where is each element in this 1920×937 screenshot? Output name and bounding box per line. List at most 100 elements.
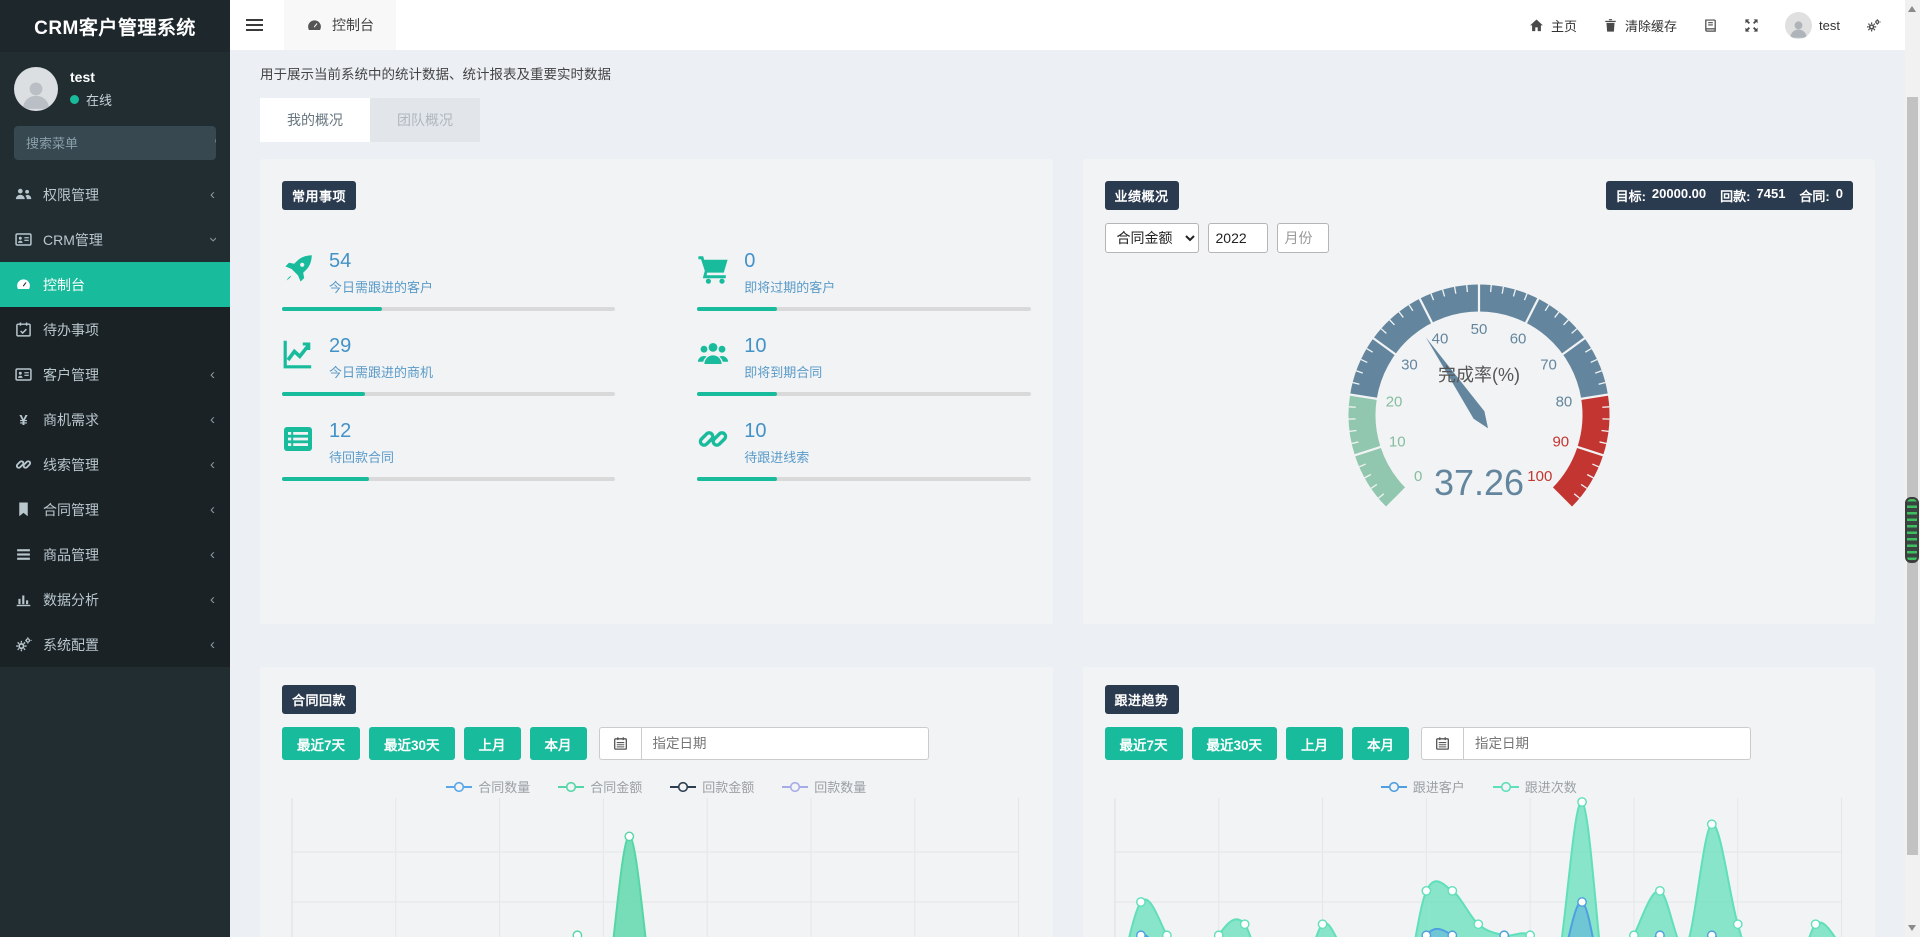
stat-item-2[interactable]: 29今日需跟进的商机 bbox=[282, 335, 615, 396]
navbar-username: test bbox=[1819, 18, 1840, 33]
contract-date-input[interactable] bbox=[641, 727, 929, 760]
stat-item-3[interactable]: 10 即将到期合同 bbox=[697, 335, 1030, 396]
legend-item[interactable]: 跟进次数 bbox=[1493, 777, 1577, 796]
menu-search-input[interactable] bbox=[14, 126, 214, 160]
sidebar-item-customer[interactable]: 客户管理‹ bbox=[0, 352, 230, 397]
range-button-2[interactable]: 上月 bbox=[1286, 727, 1343, 760]
legend-item[interactable]: 跟进客户 bbox=[1381, 777, 1465, 796]
scrollbar-down-arrow[interactable] bbox=[1908, 925, 1916, 931]
stat-value: 10 bbox=[744, 335, 822, 358]
legend-label: 合同数量 bbox=[478, 777, 530, 796]
legend-item[interactable]: 合同数量 bbox=[446, 777, 530, 796]
legend-item[interactable]: 合同金额 bbox=[558, 777, 642, 796]
sidebar-item-dashboard[interactable]: 控制台 bbox=[0, 262, 230, 307]
sidebar-item-business[interactable]: ¥商机需求‹ bbox=[0, 397, 230, 442]
sidebar: CRM客户管理系统 test 在线 权限管理‹CRM管理‹控制台待办事项客户管理… bbox=[0, 0, 230, 937]
stat-label: 即将到期合同 bbox=[744, 362, 822, 381]
sidebar-item-contract[interactable]: 合同管理 ‹ bbox=[0, 487, 230, 532]
trend-chart-controls: 最近7天最近30天上月本月 bbox=[1105, 727, 1854, 760]
sidebar-item-goods[interactable]: 商品管理‹ bbox=[0, 532, 230, 577]
scrollbar-indicator bbox=[1905, 497, 1919, 563]
sidebar-item-auth[interactable]: 权限管理‹ bbox=[0, 172, 230, 217]
stat-item-4[interactable]: 12待回款合同 bbox=[282, 420, 615, 481]
sidebar-menu: 权限管理‹CRM管理‹ 控制台待办事项客户管理‹ ¥ 商机需求 ‹ 线索管理‹ 合同管理 ‹ 商… bbox=[0, 172, 230, 667]
clear-cache-link[interactable]: 清除缓存 bbox=[1603, 16, 1677, 35]
bookmark-icon bbox=[15, 501, 32, 518]
chevron-left-icon: ‹ bbox=[210, 502, 215, 517]
range-button-3[interactable]: 本月 bbox=[1352, 727, 1409, 760]
stat-item-0[interactable]: 54今日需跟进的客户 bbox=[282, 250, 615, 311]
range-button-2[interactable]: 上月 bbox=[464, 727, 521, 760]
fullscreen-button[interactable] bbox=[1744, 18, 1759, 33]
stat-item-5[interactable]: 10待跟进线索 bbox=[697, 420, 1030, 481]
sidebar-item-clue[interactable]: 线索管理‹ bbox=[0, 442, 230, 487]
date-picker-group bbox=[599, 727, 929, 760]
menu-search-button[interactable] bbox=[214, 126, 216, 160]
sidebar-item-crm[interactable]: CRM管理‹ bbox=[0, 217, 230, 262]
listicon-icon bbox=[15, 546, 32, 563]
range-button-0[interactable]: 最近7天 bbox=[1105, 727, 1183, 760]
stat-value: 12 bbox=[329, 420, 394, 443]
trend-date-input[interactable] bbox=[1463, 727, 1751, 760]
svg-text:¥: ¥ bbox=[19, 413, 28, 428]
app-root: CRM客户管理系统 test 在线 权限管理‹CRM管理‹控制台待办事项客户管理… bbox=[0, 0, 1920, 937]
calendar-icon[interactable] bbox=[599, 727, 641, 760]
page-scrollbar[interactable] bbox=[1905, 0, 1920, 937]
stat-item-1[interactable]: 0即将过期的客户 bbox=[697, 250, 1030, 311]
calendar-icon[interactable] bbox=[1421, 727, 1463, 760]
sidebar-item-label: 系统配置 bbox=[43, 635, 99, 655]
legend-item[interactable]: 回款金额 bbox=[670, 777, 754, 796]
sidebar-user-panel: test 在线 bbox=[0, 52, 230, 124]
legend-label: 跟进客户 bbox=[1413, 777, 1465, 796]
sidebar-item-label: 商机需求 bbox=[43, 410, 99, 430]
sidebar-search bbox=[14, 126, 216, 160]
user-menu[interactable]: test bbox=[1785, 12, 1840, 39]
sidebar-item-label: 合同管理 bbox=[43, 500, 99, 520]
gauge-icon bbox=[15, 276, 32, 293]
chain-icon bbox=[697, 423, 729, 455]
svg-text:40: 40 bbox=[1431, 330, 1448, 347]
performance-badge: 业绩概况 bbox=[1105, 181, 1179, 210]
language-button[interactable] bbox=[1703, 18, 1718, 33]
stat-label: 待跟进线索 bbox=[744, 447, 809, 466]
payment-label: 回款: bbox=[1720, 186, 1750, 205]
trash-icon bbox=[1603, 18, 1618, 33]
sidebar-toggle-button[interactable] bbox=[230, 0, 278, 50]
home-link[interactable]: 主页 bbox=[1529, 16, 1577, 35]
sidebar-item-config[interactable]: 系统配置‹ bbox=[0, 622, 230, 667]
stat-progress-fill bbox=[697, 477, 777, 481]
range-button-1[interactable]: 最近30天 bbox=[1192, 727, 1278, 760]
chevron-down-icon: ‹ bbox=[205, 237, 220, 242]
year-input[interactable] bbox=[1208, 223, 1268, 253]
scrollbar-thumb[interactable] bbox=[1907, 97, 1918, 855]
stat-label: 即将过期的客户 bbox=[744, 277, 835, 296]
range-button-1[interactable]: 最近30天 bbox=[369, 727, 455, 760]
target-value: 20000.00 bbox=[1652, 186, 1706, 205]
month-input[interactable] bbox=[1277, 223, 1329, 253]
svg-text:50: 50 bbox=[1470, 321, 1487, 338]
follow-trend-chart: 02-082022-02-122022-02-162022-02-202022-… bbox=[1105, 796, 1854, 937]
stat-progress-track bbox=[697, 477, 1030, 481]
usersgroup-icon bbox=[697, 338, 729, 370]
trend-icon bbox=[282, 338, 314, 370]
scrollbar-up-arrow[interactable] bbox=[1908, 6, 1916, 12]
rocket-icon bbox=[282, 253, 314, 285]
tab-team-overview[interactable]: 团队概况 bbox=[370, 98, 480, 142]
yen-icon: ¥ bbox=[15, 411, 32, 428]
navbar-tab-dashboard[interactable]: 控制台 bbox=[284, 0, 396, 50]
legend-item[interactable]: 回款数量 bbox=[782, 777, 866, 796]
stat-label: 今日需跟进的商机 bbox=[329, 362, 433, 381]
range-button-0[interactable]: 最近7天 bbox=[282, 727, 360, 760]
metric-select[interactable]: 合同金额 bbox=[1105, 223, 1199, 253]
main-area: 控制台 主页 清除缓存 bbox=[230, 0, 1905, 937]
range-button-3[interactable]: 本月 bbox=[530, 727, 587, 760]
settings-button[interactable] bbox=[1866, 18, 1881, 33]
sidebar-item-label: 控制台 bbox=[43, 275, 85, 295]
sidebar-item-analysis[interactable]: 数据分析‹ bbox=[0, 577, 230, 622]
idcard-icon bbox=[15, 231, 32, 248]
sidebar-item-todo[interactable]: 待办事项 bbox=[0, 307, 230, 352]
legend-marker-icon bbox=[558, 781, 584, 793]
contract-chart-controls: 最近7天最近30天上月本月 bbox=[282, 727, 1031, 760]
tab-my-overview[interactable]: 我的概况 bbox=[260, 98, 370, 142]
page-content: 用于展示当前系统中的统计数据、统计报表及重要实时数据 我的概况 团队概况 常用事… bbox=[230, 50, 1905, 937]
